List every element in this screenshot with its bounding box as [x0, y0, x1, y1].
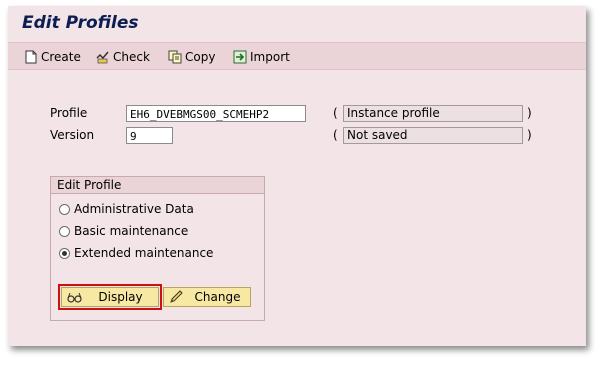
radio-administrative-data[interactable]: Administrative Data — [59, 202, 194, 216]
open-paren: ( — [333, 106, 338, 120]
radio-label: Basic maintenance — [74, 224, 189, 238]
title-bar: Edit Profiles — [8, 6, 586, 40]
import-button[interactable]: Import — [233, 48, 290, 66]
radio-button[interactable] — [59, 225, 70, 237]
glasses-icon — [67, 292, 82, 303]
edit-profile-group: Edit Profile Administrative Data Basic m… — [50, 176, 265, 321]
sap-window: Edit Profiles Create Check Copy Import P… — [8, 6, 586, 346]
version-label: Version — [50, 128, 95, 142]
display-button[interactable]: Display — [58, 284, 162, 310]
display-label: Display — [98, 290, 143, 304]
new-document-icon — [25, 50, 37, 64]
pencil-icon — [170, 290, 183, 303]
copy-button[interactable]: Copy — [168, 48, 215, 66]
close-paren: ) — [527, 128, 532, 142]
create-button[interactable]: Create — [24, 48, 81, 66]
page-title: Edit Profiles — [22, 13, 139, 33]
close-paren: ) — [527, 106, 532, 120]
check-label: Check — [113, 50, 150, 64]
version-field[interactable]: 9 — [126, 127, 173, 144]
radio-button[interactable] — [59, 203, 70, 215]
profile-field[interactable]: EH6_DVEBMGS00_SCMEHP2 — [126, 105, 306, 122]
import-icon — [233, 50, 247, 64]
open-paren: ( — [333, 128, 338, 142]
change-label: Change — [194, 290, 241, 304]
import-label: Import — [250, 50, 290, 64]
radio-extended-maintenance[interactable]: Extended maintenance — [59, 246, 213, 260]
version-status-field: Not saved — [343, 127, 523, 144]
group-heading: Edit Profile — [51, 177, 264, 194]
change-button[interactable]: Change — [163, 287, 251, 307]
radio-button-selected[interactable] — [59, 247, 70, 259]
profile-label: Profile — [50, 106, 88, 120]
application-toolbar: Create Check Copy Import — [8, 42, 586, 70]
check-button[interactable]: Check — [96, 48, 150, 66]
create-label: Create — [41, 50, 81, 64]
radio-label: Administrative Data — [74, 202, 194, 216]
copy-icon — [168, 50, 182, 64]
profile-type-field: Instance profile — [343, 105, 523, 122]
copy-label: Copy — [185, 50, 216, 64]
check-icon — [96, 51, 109, 64]
radio-basic-maintenance[interactable]: Basic maintenance — [59, 224, 188, 238]
radio-label: Extended maintenance — [74, 246, 214, 260]
